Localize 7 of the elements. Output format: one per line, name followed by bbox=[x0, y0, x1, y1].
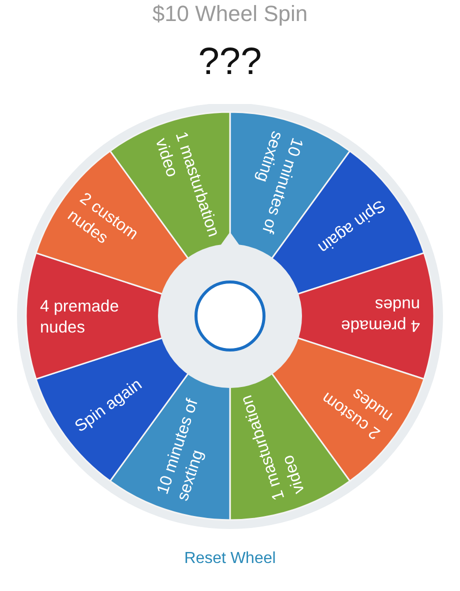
reset-wheel-button[interactable]: Reset Wheel bbox=[180, 548, 280, 570]
segment-label: 10 minutes of sexting bbox=[154, 396, 207, 504]
page-title: $10 Wheel Spin bbox=[152, 2, 308, 26]
segment-label: 4 premade nudes bbox=[341, 296, 420, 334]
segment-label: 4 premade nudes bbox=[40, 298, 119, 336]
segment-label: 10 minutes of sexting bbox=[253, 128, 306, 236]
spin-result: ??? bbox=[198, 42, 262, 82]
